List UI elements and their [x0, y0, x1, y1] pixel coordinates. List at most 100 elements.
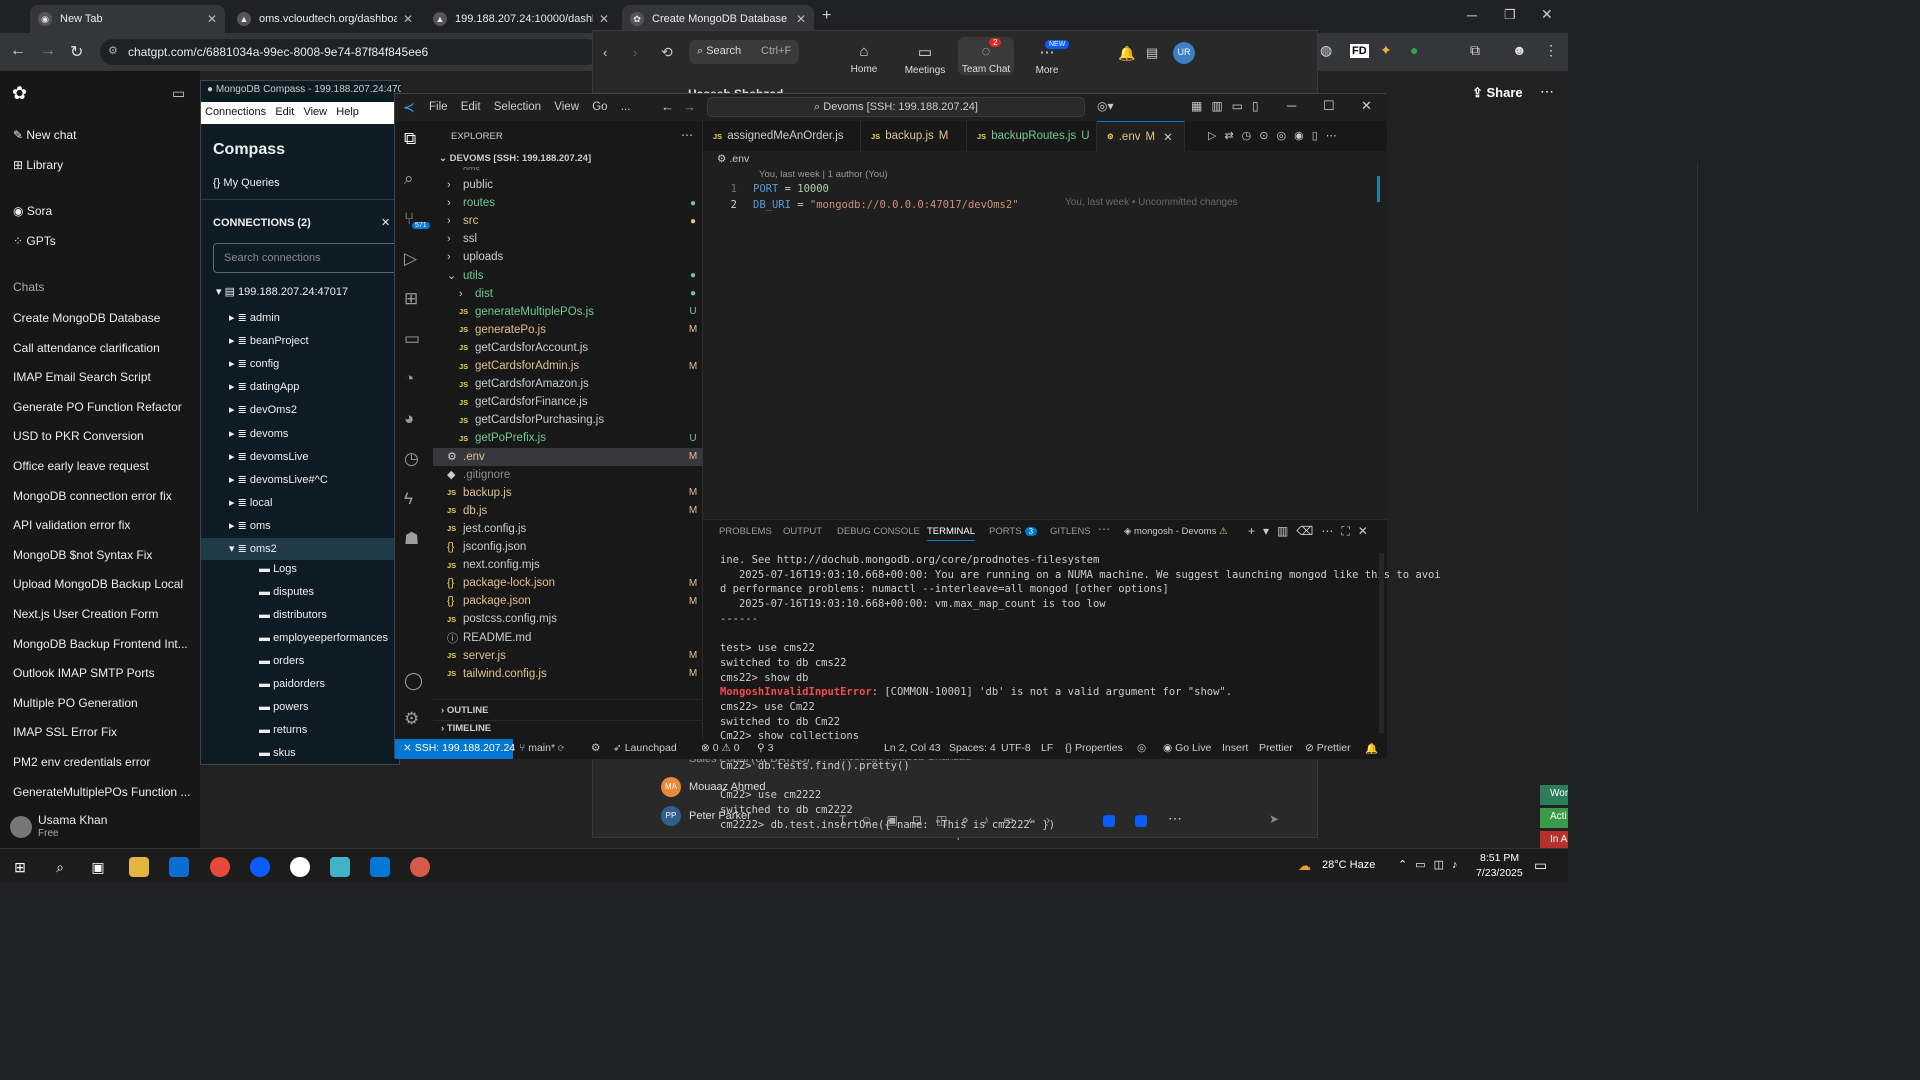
menu-more[interactable]: ...: [621, 101, 631, 113]
settings-gear-icon[interactable]: ⚙: [404, 709, 419, 729]
globe-icon[interactable]: ◍: [1320, 42, 1332, 59]
file-tree-item[interactable]: JS server.js M: [433, 647, 703, 665]
app-icon[interactable]: [1135, 815, 1147, 827]
remote-indicator[interactable]: ⨯ SSH: 199.188.207.24: [395, 739, 515, 759]
share-button[interactable]: ⇪ Share: [1472, 85, 1523, 101]
eol[interactable]: LF: [1041, 742, 1053, 754]
nav-home[interactable]: ⌂ Home: [836, 43, 892, 75]
database-item[interactable]: ▾ ≣ oms2: [201, 538, 399, 560]
insert-mode[interactable]: Insert: [1222, 742, 1248, 754]
database-item[interactable]: ▸ ≣ admin: [201, 307, 399, 329]
problems-count[interactable]: ⊗ 0 ⚠ 0: [701, 742, 740, 754]
chat-history-item[interactable]: Create MongoDB Database: [13, 311, 160, 325]
collection-item[interactable]: ▬ returns: [259, 724, 307, 736]
app-icon[interactable]: [330, 857, 350, 877]
chat-history-item[interactable]: MongoDB $not Syntax Fix: [13, 548, 152, 562]
fd-extension-icon[interactable]: FD: [1350, 44, 1369, 58]
menu-view[interactable]: View: [303, 106, 327, 118]
profile-icon[interactable]: ☻: [1512, 42, 1527, 58]
ports-count[interactable]: ⚲ 3: [757, 742, 773, 754]
file-tree-item[interactable]: JS tailwind.config.js M: [433, 665, 703, 683]
screenshot-icon[interactable]: [1103, 815, 1115, 827]
search-icon[interactable]: ⌕: [50, 857, 70, 877]
indentation[interactable]: Spaces: 4: [949, 742, 996, 754]
run-debug-icon[interactable]: ▷: [404, 249, 417, 269]
chat-history-item[interactable]: Next.js User Creation Form: [13, 607, 158, 621]
tray-icons[interactable]: ⌃▭◫♪: [1398, 858, 1466, 871]
menu-help[interactable]: Help: [336, 106, 359, 118]
chat-history-item[interactable]: Office early leave request: [13, 459, 149, 473]
avatar[interactable]: [10, 816, 32, 838]
site-info-icon[interactable]: ⚙: [108, 44, 118, 57]
workspace-root[interactable]: ⌄ DEVOMS [SSH: 199.188.207.24]: [439, 153, 591, 164]
forward-arrow-icon[interactable]: →: [40, 42, 56, 60]
store-icon[interactable]: [169, 857, 189, 877]
more-icon[interactable]: ⋯: [1098, 522, 1110, 536]
editor-tab[interactable]: JS assignedMeAnOrder.js: [703, 121, 861, 151]
file-explorer-icon[interactable]: [129, 857, 149, 877]
file-tree-item[interactable]: ⚙ .env M: [433, 447, 703, 466]
editor-actions[interactable]: ▷⇄◷⊙◎◉▯⋯: [1208, 129, 1345, 142]
chat-history-item[interactable]: IMAP SSL Error Fix: [13, 725, 117, 739]
forward-arrow-icon[interactable]: ›: [633, 45, 637, 60]
codelens-blame[interactable]: You, last week | 1 author (You): [759, 169, 888, 180]
openai-logo-icon[interactable]: ✿: [12, 83, 27, 104]
panel-tab[interactable]: TERMINAL: [927, 526, 976, 541]
collection-item[interactable]: ▬ skus: [259, 747, 296, 759]
launchpad[interactable]: ➶ Launchpad: [613, 742, 677, 754]
minimize-button[interactable]: ─: [1467, 7, 1477, 23]
file-tree-item[interactable]: JS next.config.mjs: [433, 556, 703, 574]
close-icon[interactable]: ✕: [207, 12, 217, 26]
nav-team-chat[interactable]: ◌ Team Chat 2: [958, 37, 1014, 75]
collection-item[interactable]: ▬ disputes: [259, 586, 314, 598]
scrollbar[interactable]: [1379, 553, 1384, 733]
file-tree-item[interactable]: JS getCardsforAccount.js: [433, 339, 703, 357]
app-icon[interactable]: [290, 857, 310, 877]
file-tree-item[interactable]: JS getCardsforPurchasing.js: [433, 411, 703, 429]
database-item[interactable]: ▸ ≣ devOms2: [201, 399, 399, 421]
back-arrow-icon[interactable]: ←: [10, 42, 26, 60]
file-tree-item[interactable]: JS backup.js M: [433, 484, 703, 502]
file-tree-item[interactable]: › dist ●: [433, 285, 703, 303]
close-icon[interactable]: ✕: [599, 12, 609, 26]
file-tree-item[interactable]: {} package-lock.json M: [433, 574, 703, 592]
go-live[interactable]: ◉ Go Live: [1163, 742, 1211, 754]
reload-icon[interactable]: ↻: [70, 42, 83, 62]
files-icon[interactable]: ⧉: [404, 129, 416, 149]
side-tag[interactable]: Acti: [1540, 808, 1568, 828]
chat-history-item[interactable]: Generate PO Function Refactor: [13, 400, 182, 414]
nav-more[interactable]: ⋯ More NEW: [1019, 40, 1075, 76]
file-tree-item[interactable]: {} package.json M: [433, 592, 703, 610]
terminal-selector[interactable]: ◈ mongosh - Devoms ⚠: [1124, 526, 1228, 537]
browser-tab-chatgpt[interactable]: ✿ Create MongoDB Database ✕: [622, 5, 814, 33]
sora-button[interactable]: ◉ Sora: [13, 204, 52, 218]
mongodb-icon[interactable]: ◕: [404, 409, 414, 429]
gitlens-icon[interactable]: ◔: [404, 369, 414, 389]
menu-selection[interactable]: Selection: [494, 101, 541, 113]
kebab-menu-icon[interactable]: ⋮: [1544, 42, 1558, 59]
new-tab-button[interactable]: +: [822, 7, 831, 25]
send-icon[interactable]: ➤: [1269, 812, 1279, 826]
back-arrow-icon[interactable]: ‹: [603, 45, 607, 60]
database-item[interactable]: ▸ ≣ oms: [201, 515, 399, 537]
panel-actions[interactable]: +▾▥⌫⋯⛶✕: [1248, 524, 1376, 539]
panel-tab[interactable]: PROBLEMS: [719, 526, 772, 537]
file-tree-item[interactable]: › ssl: [433, 230, 703, 248]
file-tree-item[interactable]: {} jsconfig.json: [433, 538, 703, 556]
weather[interactable]: 28°C Haze: [1322, 859, 1375, 871]
search-connections-input[interactable]: Search connections: [213, 243, 399, 273]
chat-history-item[interactable]: MongoDB Backup Frontend Int...: [13, 637, 188, 651]
collection-item[interactable]: ▬ distributors: [259, 609, 327, 621]
chat-history-item[interactable]: Call attendance clarification: [13, 341, 160, 355]
chat-history-item[interactable]: API validation error fix: [13, 518, 130, 532]
layout-icons[interactable]: ▦▥▭▯: [1191, 99, 1268, 113]
collection-item[interactable]: ▬ employeeperformances: [259, 632, 388, 644]
close-icon[interactable]: ✕: [1163, 130, 1173, 144]
database-item[interactable]: ▸ ≣ devomsLive#^C: [201, 469, 399, 491]
editor-tab[interactable]: JS backup.js M: [861, 121, 967, 151]
collection-item[interactable]: ▬ powers: [259, 701, 309, 713]
maximize-button[interactable]: ☐: [1323, 98, 1335, 114]
debug-icon[interactable]: ⚙: [591, 742, 600, 754]
cursor-position[interactable]: Ln 2, Col 43: [884, 742, 941, 754]
history-icon[interactable]: ⟲: [661, 44, 673, 61]
